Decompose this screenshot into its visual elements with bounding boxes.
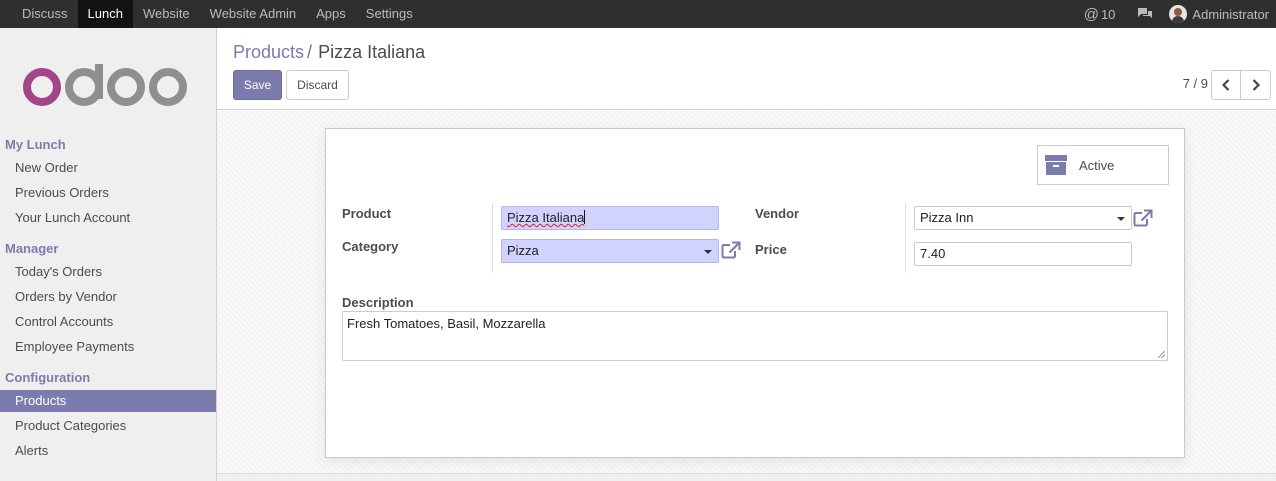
breadcrumb-separator: /: [307, 42, 313, 62]
control-panel: Products / Pizza Italiana Save Discard 7 /…: [217, 28, 1276, 110]
breadcrumb-current: Pizza Italiana: [318, 42, 426, 62]
caret-down-icon: [704, 250, 712, 254]
category-label: Category: [342, 239, 399, 254]
sidebar-item-todays-orders[interactable]: Today's Orders: [0, 261, 216, 283]
menu-website-admin[interactable]: Website Admin: [200, 0, 306, 28]
menu-settings[interactable]: Settings: [356, 0, 423, 28]
bottom-strip: [217, 473, 1276, 481]
menu-website[interactable]: Website: [133, 0, 200, 28]
sidebar-item-alerts[interactable]: Alerts: [0, 440, 216, 462]
archive-icon: [1045, 155, 1067, 175]
form-sheet: Active Product Category Pizza Italiana P…: [325, 128, 1185, 458]
text-cursor: [584, 210, 586, 224]
sidebar-item-products[interactable]: Products: [0, 390, 216, 412]
user-name[interactable]: Administrator: [1192, 7, 1269, 22]
sidebar: My Lunch New Order Previous Orders Your …: [0, 28, 217, 481]
category-value: Pizza: [507, 243, 539, 258]
chevron-left-icon: [1222, 79, 1230, 91]
odoo-logo[interactable]: [22, 64, 192, 113]
section-my-lunch: My Lunch: [5, 137, 66, 152]
discard-button[interactable]: Discard: [286, 70, 349, 100]
menu-apps[interactable]: Apps: [306, 0, 356, 28]
section-manager: Manager: [5, 241, 59, 256]
active-label: Active: [1079, 157, 1115, 173]
external-link-icon[interactable]: [1133, 209, 1153, 227]
price-value: 7.40: [920, 246, 946, 261]
active-toggle-button[interactable]: Active: [1037, 145, 1169, 185]
sidebar-item-employee-payments[interactable]: Employee Payments: [0, 336, 216, 358]
section-configuration: Configuration: [5, 370, 91, 385]
sidebar-item-new-order[interactable]: New Order: [0, 157, 216, 179]
menu-discuss[interactable]: Discuss: [12, 0, 78, 28]
sidebar-item-previous-orders[interactable]: Previous Orders: [0, 182, 216, 204]
price-input[interactable]: 7.40: [914, 242, 1132, 266]
avatar[interactable]: [1169, 5, 1188, 23]
sidebar-item-control-accounts[interactable]: Control Accounts: [0, 311, 216, 333]
vendor-select[interactable]: Pizza Inn: [914, 206, 1132, 230]
mention-count[interactable]: 10: [1101, 7, 1115, 22]
description-textarea[interactable]: Fresh Tomatoes, Basil, Mozzarella: [342, 311, 1168, 361]
systray: @ 10 Administrator: [1084, 0, 1269, 28]
pager-next-button[interactable]: [1241, 70, 1271, 100]
sidebar-item-orders-by-vendor[interactable]: Orders by Vendor: [0, 286, 216, 308]
app-menu: Discuss Lunch Website Website Admin Apps…: [12, 0, 423, 28]
product-label: Product: [342, 206, 392, 221]
chat-icon[interactable]: [1137, 7, 1153, 21]
at-icon[interactable]: @: [1084, 6, 1099, 23]
caret-down-icon: [1117, 217, 1125, 221]
description-label: Description: [342, 295, 414, 310]
product-name-input[interactable]: Pizza Italiana: [501, 206, 719, 230]
form-view: Active Product Category Pizza Italiana P…: [217, 111, 1276, 481]
field-divider-right: [905, 203, 906, 273]
chevron-right-icon: [1252, 79, 1260, 91]
breadcrumb: Products / Pizza Italiana: [233, 42, 425, 63]
resize-handle[interactable]: [1158, 351, 1165, 358]
sidebar-item-your-lunch-account[interactable]: Your Lunch Account: [0, 207, 216, 229]
price-label: Price: [755, 242, 787, 257]
product-name-text: Pizza Italiana: [507, 210, 585, 225]
pager-previous-button[interactable]: [1211, 70, 1241, 100]
description-value: Fresh Tomatoes, Basil, Mozzarella: [347, 316, 546, 331]
category-select[interactable]: Pizza: [501, 239, 719, 263]
external-link-icon[interactable]: [721, 241, 741, 259]
field-divider-left: [492, 203, 493, 273]
sidebar-item-product-categories[interactable]: Product Categories: [0, 415, 216, 437]
menu-lunch[interactable]: Lunch: [77, 0, 133, 28]
top-navbar: Discuss Lunch Website Website Admin Apps…: [0, 0, 1276, 28]
pager-value[interactable]: 7 / 9: [1183, 76, 1208, 91]
breadcrumb-products[interactable]: Products: [233, 42, 304, 62]
vendor-label: Vendor: [755, 206, 800, 221]
vendor-value: Pizza Inn: [920, 210, 974, 225]
save-button[interactable]: Save: [233, 70, 282, 100]
